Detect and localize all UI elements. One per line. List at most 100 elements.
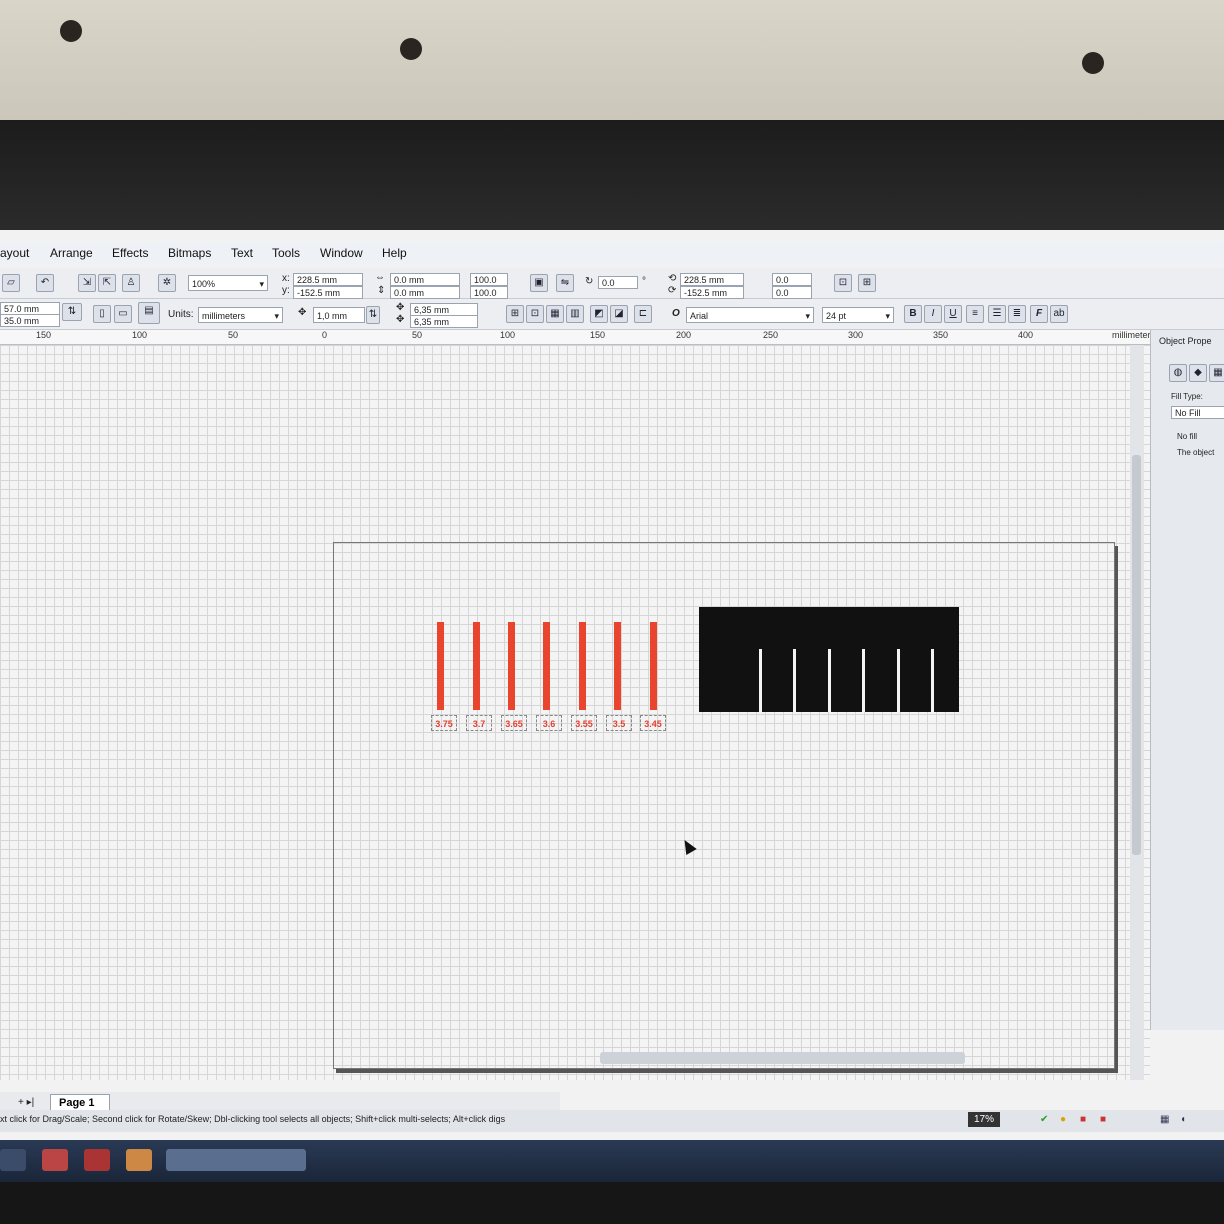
taskbar-coreldraw-icon[interactable] [166,1149,306,1171]
zoom-level-select[interactable]: 100% [188,275,268,291]
duplicate-distance-y-field[interactable]: 6,35 mm [410,315,478,328]
skew-v-field[interactable]: 0.0 [772,286,812,299]
rotation-angle-field[interactable]: 0.0 [598,276,638,289]
dynamic-guides-icon[interactable]: ◪ [610,305,628,323]
font-size-select[interactable]: 24 pt [822,307,894,323]
panel-title: Object Prope [1159,336,1212,346]
red-cut-line[interactable] [508,622,515,710]
undo-icon[interactable]: ↶ [36,274,54,292]
fill-tab-icon[interactable]: ◆ [1189,364,1207,382]
snap-icon[interactable]: ⊡ [526,305,544,323]
nudge-icon: ✥ [298,307,307,318]
italic-icon[interactable]: I [924,305,942,323]
y-position-field[interactable]: -152.5 mm [293,286,363,299]
tray-bulb-icon: ● [1060,1114,1067,1125]
taskbar-media-icon[interactable] [42,1149,68,1171]
wall-hole [60,20,82,42]
vertical-scrollbar[interactable] [1130,345,1144,1080]
bullet-list-icon[interactable]: ☰ [988,305,1006,323]
no-fill-label: No fill [1177,432,1198,441]
edit-text-icon[interactable]: F [1030,305,1048,323]
ruler-tick: 50 [412,330,423,340]
taskbar-firefox-icon[interactable] [84,1149,110,1171]
tray-network-icon: ▦ [1160,1114,1170,1125]
horizontal-scroll-thumb[interactable] [600,1052,965,1064]
skew-h-field[interactable]: 0.0 [772,273,812,286]
red-cut-line[interactable] [437,622,444,710]
snap-objects-icon[interactable]: ◩ [590,305,608,323]
outline-tab-icon[interactable]: ◍ [1169,364,1187,382]
menu-bitmaps[interactable]: Bitmaps [168,246,211,260]
underline-icon[interactable]: U [944,305,962,323]
tray-app-icon: ■ [1100,1114,1107,1125]
size-label[interactable]: 3.6 [536,715,562,731]
wall-hole [400,38,422,60]
wall-hole [1082,52,1104,74]
degree-label: ° [642,276,646,287]
menu-layout[interactable]: ayout [0,246,29,260]
lock-ratio-icon[interactable]: ▣ [530,274,548,292]
red-cut-line[interactable] [473,622,480,710]
options-icon[interactable]: ⊏ [634,305,652,323]
fill-type-select[interactable]: No Fill [1171,406,1224,419]
mirror-icon[interactable]: ⇋ [556,274,574,292]
tray-volume-icon: ◖ [1180,1114,1187,1125]
menu-window[interactable]: Window [320,246,363,260]
application-launcher-icon[interactable]: ♙ [122,274,140,292]
red-cut-line[interactable] [579,622,586,710]
open-icon[interactable]: ▱ [2,274,20,292]
comb-slot [931,649,934,712]
width-field[interactable]: 0.0 mm [390,273,460,286]
nudge-spinner-icon[interactable]: ⇅ [366,306,380,324]
menu-help[interactable]: Help [382,246,407,260]
start-button-icon[interactable] [0,1149,26,1171]
treat-as-filled-icon[interactable]: ⊞ [506,305,524,323]
all-pages-icon[interactable]: ▤ [138,302,160,324]
red-cut-line[interactable] [543,622,550,710]
import-icon[interactable]: ⇲ [78,274,96,292]
character-format-icon[interactable]: ≣ [1008,305,1026,323]
menu-arrange[interactable]: Arrange [50,246,93,260]
size-label[interactable]: 3.5 [606,715,632,731]
snap-grid-icon[interactable]: ▦ [546,305,564,323]
scale-width-field[interactable]: 100.0 [470,273,508,286]
taskbar-explorer-icon[interactable] [126,1149,152,1171]
bold-icon[interactable]: B [904,305,922,323]
size-label[interactable]: 3.65 [501,715,527,731]
page-height-field[interactable]: 35.0 mm [0,314,60,327]
red-cut-line[interactable] [650,622,657,710]
size-label[interactable]: 3.7 [466,715,492,731]
anchor-icon[interactable]: ⊞ [858,274,876,292]
red-cut-line[interactable] [614,622,621,710]
menu-effects[interactable]: Effects [112,246,148,260]
add-page-button[interactable]: + ▸| [18,1097,34,1108]
drawing-canvas[interactable]: 3.75 3.7 3.65 3.6 3.55 3.5 3.45 [0,345,1150,1080]
height-field[interactable]: 0.0 mm [390,286,460,299]
size-label[interactable]: 3.55 [571,715,597,731]
tray-check-icon: ✔ [1040,1114,1049,1125]
portrait-icon[interactable]: ▯ [93,305,111,323]
units-select[interactable]: millimeters [198,307,283,323]
welcome-screen-icon[interactable]: ✲ [158,274,176,292]
transparency-tab-icon[interactable]: ▦ [1209,364,1224,382]
text-direction-icon[interactable]: ab [1050,305,1068,323]
black-comb-shape[interactable] [699,607,959,712]
relative-position-icon[interactable]: ⊡ [834,274,852,292]
size-label[interactable]: 3.45 [640,715,666,731]
font-family-select[interactable]: Arial [686,307,814,323]
snap-guides-icon[interactable]: ▥ [566,305,584,323]
export-icon[interactable]: ⇱ [98,274,116,292]
page-size-toggle-icon[interactable]: ⇅ [62,303,82,321]
size-label[interactable]: 3.75 [431,715,457,731]
vertical-scroll-thumb[interactable] [1132,455,1141,855]
page-1-tab[interactable]: Page 1 [50,1094,110,1111]
x-position-field[interactable]: 228.5 mm [293,273,363,286]
landscape-icon[interactable]: ▭ [114,305,132,323]
scale-height-field[interactable]: 100.0 [470,286,508,299]
text-align-icon[interactable]: ≡ [966,305,984,323]
center-y-field[interactable]: -152.5 mm [680,286,744,299]
center-x-field[interactable]: 228.5 mm [680,273,744,286]
menu-tools[interactable]: Tools [272,246,300,260]
menu-text[interactable]: Text [231,246,253,260]
nudge-distance-field[interactable]: 1,0 mm [313,307,365,323]
